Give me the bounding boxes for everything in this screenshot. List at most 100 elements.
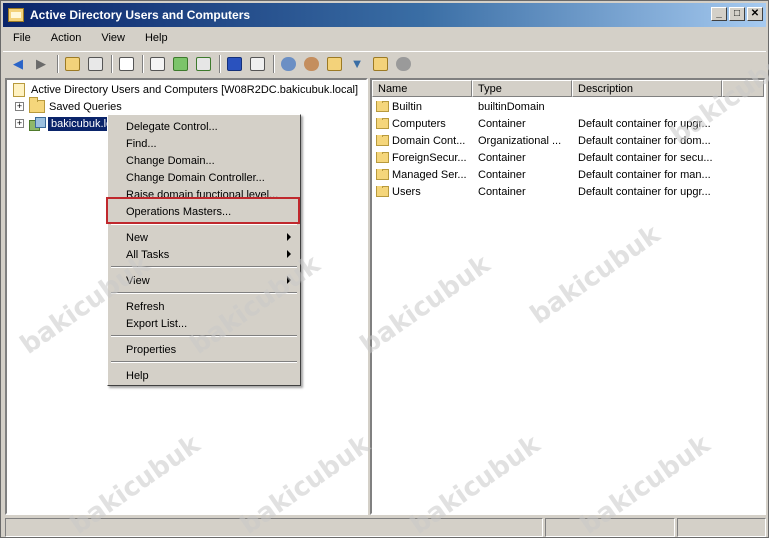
status-bar	[5, 518, 766, 537]
new-ou-icon[interactable]	[324, 54, 344, 74]
ad-root-icon	[13, 82, 25, 97]
menu-separator	[111, 361, 297, 363]
up-folder-icon[interactable]	[62, 54, 82, 74]
menu-bar: File Action View Help	[3, 29, 178, 49]
column-header-filler	[722, 80, 764, 97]
toolbar-separator	[219, 54, 221, 73]
menu-item-find[interactable]: Find...	[110, 135, 298, 152]
find-objects-icon[interactable]	[370, 54, 390, 74]
list-item-type: builtinDomain	[478, 100, 545, 113]
list-header: Name Type Description	[372, 80, 764, 97]
toolbar: ◀ ▶ ▼	[3, 51, 766, 75]
menu-item-view[interactable]: View	[110, 272, 298, 289]
list-item-type: Container	[478, 168, 526, 181]
list-item[interactable]: Builtin builtinDomain	[372, 98, 764, 115]
clipboard-icon[interactable]	[116, 54, 136, 74]
new-user-icon[interactable]	[278, 54, 298, 74]
expand-icon[interactable]: +	[15, 102, 24, 111]
refresh-icon[interactable]	[170, 54, 190, 74]
new-group-icon[interactable]	[301, 54, 321, 74]
list-item-description: Default container for secu...	[578, 151, 713, 164]
details-pane[interactable]: Name Type Description Builtin builtinDom…	[370, 78, 766, 515]
menu-item-properties[interactable]: Properties	[110, 341, 298, 358]
menu-item-change-domain-controller[interactable]: Change Domain Controller...	[110, 169, 298, 186]
folder-icon	[29, 97, 45, 113]
menu-view[interactable]: View	[91, 29, 135, 49]
list-item-name: Users	[392, 185, 421, 198]
maximize-button[interactable]: □	[729, 7, 745, 21]
context-menu: Delegate Control... Find... Change Domai…	[107, 114, 301, 386]
submenu-arrow-icon	[287, 250, 291, 258]
toolbar-separator	[142, 54, 144, 73]
column-header-description[interactable]: Description	[572, 80, 722, 97]
close-button[interactable]: ✕	[747, 7, 763, 21]
column-header-type[interactable]: Type	[472, 80, 572, 97]
menu-item-view-label: View	[126, 274, 150, 287]
list-item-name: Builtin	[392, 100, 422, 113]
menu-separator	[111, 335, 297, 337]
container-folder-icon	[376, 168, 389, 180]
submenu-arrow-icon	[287, 276, 291, 284]
menu-item-help[interactable]: Help	[110, 367, 298, 384]
show-console-tree-icon[interactable]	[85, 54, 105, 74]
menu-item-all-tasks[interactable]: All Tasks	[110, 246, 298, 263]
add-to-group-icon[interactable]	[393, 54, 413, 74]
list-item-type: Container	[478, 151, 526, 164]
list-item-name: ForeignSecur...	[392, 151, 467, 164]
export-list-icon[interactable]	[193, 54, 213, 74]
container-folder-icon	[376, 185, 389, 197]
menu-action[interactable]: Action	[41, 29, 92, 49]
back-arrow-icon[interactable]: ◀	[8, 54, 28, 74]
help-icon[interactable]	[224, 54, 244, 74]
menu-file[interactable]: File	[3, 29, 41, 49]
menu-item-new-label: New	[126, 231, 149, 244]
ad-console-icon	[8, 8, 24, 22]
container-folder-icon	[376, 151, 389, 163]
list-item-description: Default container for upgr...	[578, 117, 711, 130]
list-item-description: Default container for dom...	[578, 134, 711, 147]
toolbar-separator	[273, 54, 275, 73]
menu-separator	[111, 266, 297, 268]
list-item-type: Organizational ...	[478, 134, 562, 147]
expand-icon[interactable]: +	[15, 119, 24, 128]
title-bar[interactable]: Active Directory Users and Computers _ □…	[3, 3, 766, 27]
builtin-folder-icon	[376, 100, 389, 112]
menu-item-new[interactable]: New	[110, 229, 298, 246]
tree-item-root[interactable]: Active Directory Users and Computers [W0…	[13, 81, 358, 98]
tree-item-saved-queries[interactable]: + Saved Queries	[15, 97, 122, 115]
list-item-name: Computers	[392, 117, 446, 130]
list-item[interactable]: Managed Ser... Container Default contain…	[372, 166, 764, 183]
action-pane-icon[interactable]	[247, 54, 267, 74]
tree-saved-queries-label: Saved Queries	[49, 100, 122, 113]
minimize-button[interactable]: _	[711, 7, 727, 21]
column-header-name[interactable]: Name	[372, 80, 472, 97]
list-item-name: Domain Cont...	[392, 134, 466, 147]
tree-root-label: Active Directory Users and Computers [W0…	[31, 83, 359, 96]
menu-item-refresh[interactable]: Refresh	[110, 298, 298, 315]
menu-item-all-tasks-label: All Tasks	[126, 248, 170, 261]
list-item-type: Container	[478, 117, 526, 130]
forward-arrow-icon[interactable]: ▶	[31, 54, 51, 74]
status-panel-main	[5, 518, 543, 537]
list-item[interactable]: ForeignSecur... Container Default contai…	[372, 149, 764, 166]
status-panel-right	[677, 518, 766, 537]
status-panel-middle	[545, 518, 675, 537]
container-folder-icon	[376, 117, 389, 129]
menu-item-export-list[interactable]: Export List...	[110, 315, 298, 332]
window-title: Active Directory Users and Computers	[30, 8, 251, 22]
list-item[interactable]: Computers Container Default container fo…	[372, 115, 764, 132]
menu-item-change-domain[interactable]: Change Domain...	[110, 152, 298, 169]
domain-icon	[29, 116, 46, 131]
properties-icon[interactable]	[147, 54, 167, 74]
menu-item-delegate-control[interactable]: Delegate Control...	[110, 118, 298, 135]
submenu-arrow-icon	[287, 233, 291, 241]
ou-folder-icon	[376, 134, 389, 146]
annotation-highlight-box	[106, 197, 300, 224]
list-item-type: Container	[478, 185, 526, 198]
list-item-description: Default container for man...	[578, 168, 711, 181]
menu-help[interactable]: Help	[135, 29, 178, 49]
menu-separator	[111, 292, 297, 294]
filter-icon[interactable]: ▼	[347, 54, 367, 74]
list-item[interactable]: Users Container Default container for up…	[372, 183, 764, 200]
list-item[interactable]: Domain Cont... Organizational ... Defaul…	[372, 132, 764, 149]
